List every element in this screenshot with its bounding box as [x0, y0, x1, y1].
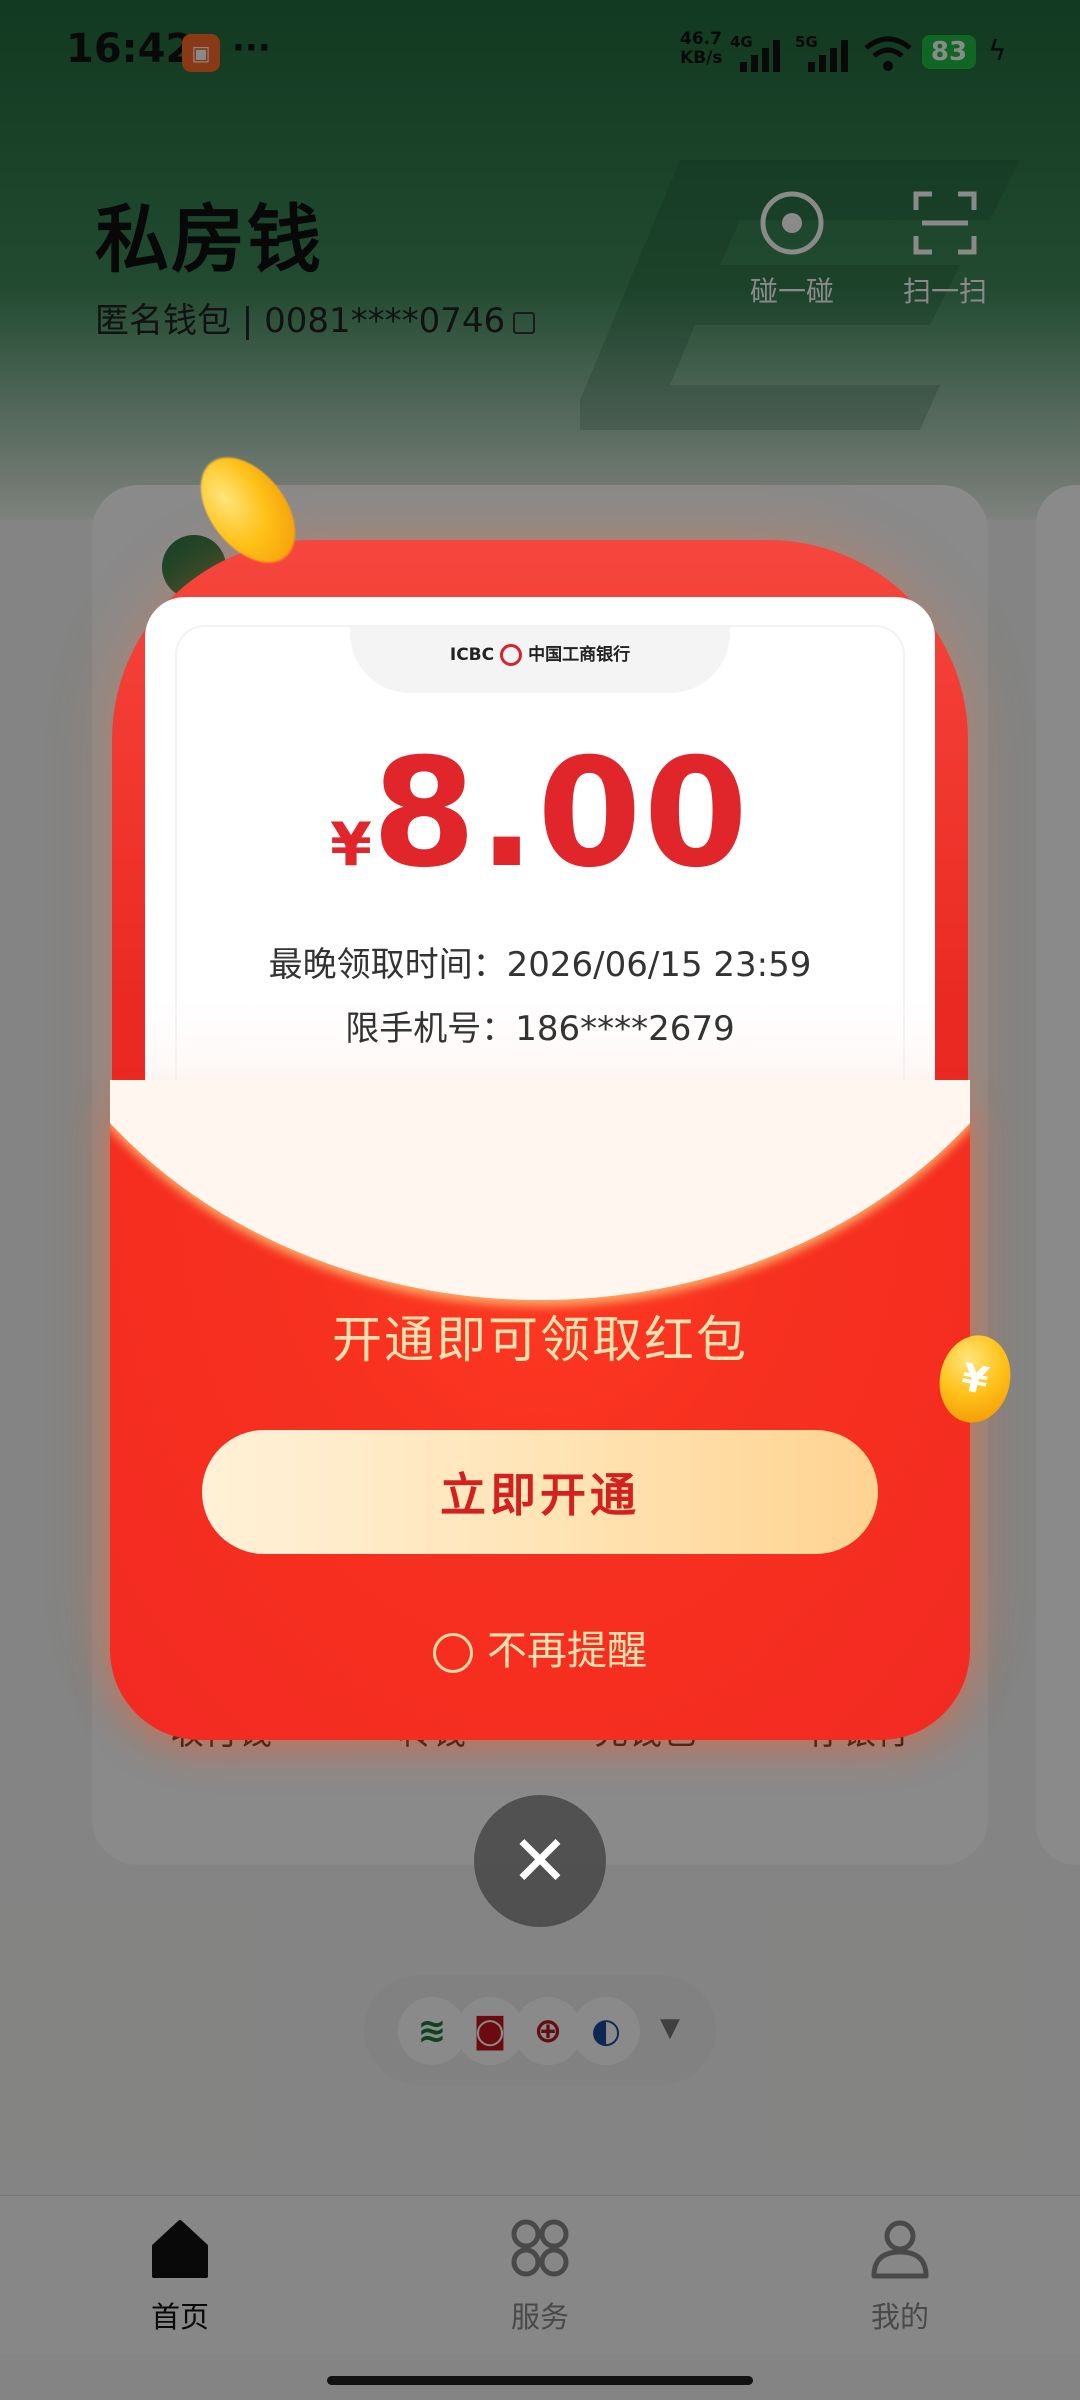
close-popup-button[interactable]: ✕ [474, 1795, 606, 1927]
claim-deadline: 最晚领取时间：2026/06/15 23:59 [268, 945, 812, 985]
no-remind-label: 不再提醒 [487, 1628, 647, 1674]
currency-symbol: ¥ [330, 810, 372, 880]
promo-text: 开通即可领取红包 [332, 1311, 748, 1369]
icbc-logo-icon [500, 644, 523, 666]
restricted-phone: 限手机号：186****2679 [345, 1009, 735, 1049]
bank-logo: ICBC 中国工商银行 [449, 644, 631, 666]
open-now-button[interactable]: 立即开通 [202, 1430, 878, 1554]
envelope-flap-curve [110, 1080, 970, 1330]
red-packet-amount: ¥8.00 [145, 727, 935, 901]
no-remind-option[interactable]: 不再提醒 [110, 1618, 970, 1676]
amount-value: 8.00 [371, 727, 750, 901]
no-remind-radio[interactable] [433, 1633, 473, 1673]
